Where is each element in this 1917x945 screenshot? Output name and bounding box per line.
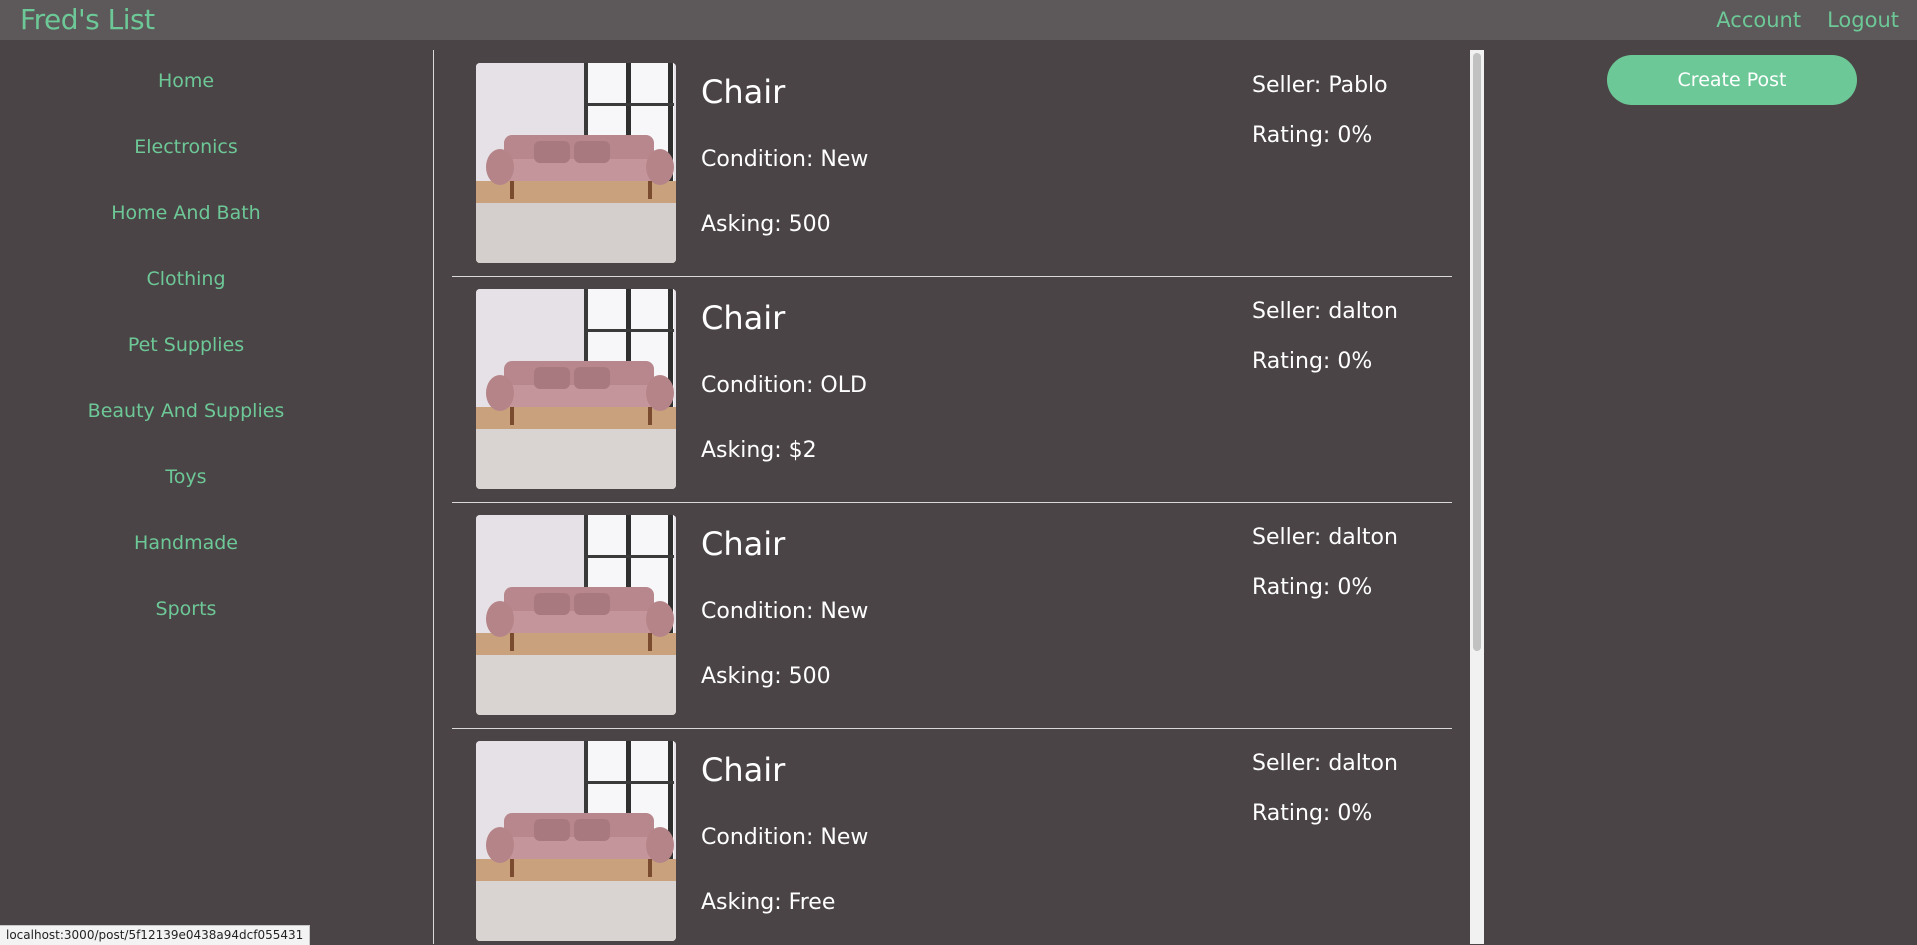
post-rating: Rating: 0% [1252, 349, 1373, 374]
post-seller: Seller: dalton [1252, 525, 1398, 550]
post-feed[interactable]: Chair Condition: New Asking: 500 Seller:… [433, 50, 1486, 944]
post-condition: Condition: New [701, 599, 869, 624]
create-post-button[interactable]: Create Post [1607, 55, 1857, 105]
post-title[interactable]: Chair [701, 72, 785, 112]
post-card[interactable]: Chair Condition: New Asking: Free Seller… [452, 728, 1452, 944]
scrollbar-thumb[interactable] [1473, 53, 1481, 651]
post-card[interactable]: Chair Condition: OLD Asking: $2 Seller: … [452, 276, 1452, 503]
sidebar-item-clothing[interactable]: Clothing [0, 266, 372, 292]
sidebar-item-sports[interactable]: Sports [0, 596, 372, 622]
top-nav-bar: Fred's List Account Logout [0, 0, 1917, 40]
post-seller: Seller: Pablo [1252, 73, 1388, 98]
feed-scrollbar[interactable] [1470, 50, 1484, 944]
sidebar-item-home[interactable]: Home [0, 68, 372, 94]
post-card[interactable]: Chair Condition: New Asking: 500 Seller:… [452, 502, 1452, 729]
post-rating: Rating: 0% [1252, 801, 1373, 826]
post-price: Asking: 500 [701, 664, 831, 689]
sidebar-item-pet-supplies[interactable]: Pet Supplies [0, 332, 372, 358]
post-rating: Rating: 0% [1252, 575, 1373, 600]
logout-link[interactable]: Logout [1827, 6, 1899, 34]
post-condition: Condition: New [701, 825, 869, 850]
account-nav: Account Logout [1716, 6, 1899, 34]
sofa-image[interactable] [476, 63, 676, 263]
link-status-bar: localhost:3000/post/5f12139e0438a94dcf05… [0, 925, 311, 945]
sidebar-item-handmade[interactable]: Handmade [0, 530, 372, 556]
post-seller: Seller: dalton [1252, 751, 1398, 776]
post-title[interactable]: Chair [701, 750, 785, 790]
post-price: Asking: Free [701, 890, 836, 915]
sofa-image[interactable] [476, 741, 676, 941]
account-link[interactable]: Account [1716, 6, 1801, 34]
sidebar-item-toys[interactable]: Toys [0, 464, 372, 490]
post-seller: Seller: dalton [1252, 299, 1398, 324]
site-logo[interactable]: Fred's List [20, 2, 155, 38]
sofa-image[interactable] [476, 515, 676, 715]
post-rating: Rating: 0% [1252, 123, 1373, 148]
post-title[interactable]: Chair [701, 524, 785, 564]
sidebar-item-home-and-bath[interactable]: Home And Bath [0, 200, 372, 226]
sofa-image[interactable] [476, 289, 676, 489]
post-condition: Condition: OLD [701, 373, 867, 398]
post-price: Asking: $2 [701, 438, 817, 463]
post-title[interactable]: Chair [701, 298, 785, 338]
post-card[interactable]: Chair Condition: New Asking: 500 Seller:… [452, 50, 1452, 277]
post-price: Asking: 500 [701, 212, 831, 237]
sidebar-item-electronics[interactable]: Electronics [0, 134, 372, 160]
sidebar-item-beauty-and-supplies[interactable]: Beauty And Supplies [0, 398, 372, 424]
post-condition: Condition: New [701, 147, 869, 172]
